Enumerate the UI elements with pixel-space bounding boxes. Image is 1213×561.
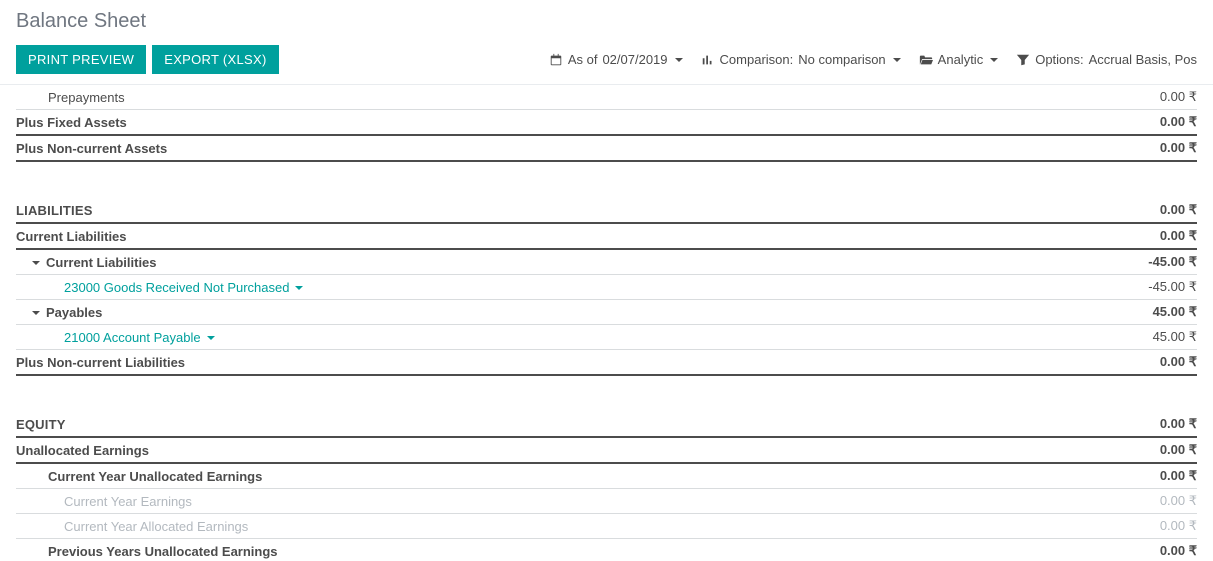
bar-chart-icon — [701, 53, 715, 67]
report-row: Current Year Allocated Earnings 0.00 ₹ — [16, 514, 1197, 539]
expandable-row[interactable]: Current Liabilities -45.00 ₹ — [16, 250, 1197, 275]
row-label: Current Year Allocated Earnings — [64, 519, 248, 534]
report-row: Current Year Unallocated Earnings 0.00 ₹ — [16, 464, 1197, 489]
section-row: EQUITY 0.00 ₹ — [16, 412, 1197, 438]
analytic-option[interactable]: Analytic — [919, 52, 999, 67]
caret-down-icon — [32, 261, 40, 265]
row-value: 0.00 ₹ — [1140, 416, 1197, 432]
section-label: EQUITY — [16, 417, 66, 432]
caret-down-icon — [207, 336, 215, 340]
row-value: 0.00 ₹ — [1140, 89, 1197, 105]
as-of-date: 02/07/2019 — [602, 52, 667, 67]
section-label: LIABILITIES — [16, 203, 93, 218]
row-value: 0.00 ₹ — [1140, 354, 1197, 370]
caret-down-icon — [675, 58, 683, 62]
export-xlsx-button[interactable]: EXPORT (XLSX) — [152, 45, 278, 74]
report-row: Previous Years Unallocated Earnings 0.00 … — [16, 539, 1197, 561]
spacer — [16, 376, 1197, 412]
report-row: Current Liabilities 0.00 ₹ — [16, 224, 1197, 250]
report-row: Current Year Earnings 0.00 ₹ — [16, 489, 1197, 514]
comparison-value: No comparison — [798, 52, 885, 67]
section-row: LIABILITIES 0.00 ₹ — [16, 198, 1197, 224]
account-link[interactable]: 23000 Goods Received Not Purchased — [64, 280, 303, 295]
row-label: Current Liabilities — [46, 255, 157, 270]
row-value: 0.00 ₹ — [1140, 442, 1197, 458]
row-value: -45.00 ₹ — [1128, 279, 1197, 295]
report-row: Prepayments 0.00 ₹ — [16, 85, 1197, 110]
options-label: Options: — [1035, 52, 1083, 67]
comparison-label: Comparison: — [720, 52, 794, 67]
caret-down-icon — [32, 311, 40, 315]
row-label: Payables — [46, 305, 102, 320]
row-value: 45.00 ₹ — [1133, 329, 1197, 345]
row-label: Plus Fixed Assets — [16, 115, 127, 130]
account-link[interactable]: 21000 Account Payable — [64, 330, 215, 345]
row-label: Current Year Unallocated Earnings — [48, 469, 262, 484]
row-value: 0.00 ₹ — [1140, 543, 1197, 559]
row-value: -45.00 ₹ — [1128, 254, 1197, 270]
row-value: 0.00 ₹ — [1140, 468, 1197, 484]
comparison-option[interactable]: Comparison: No comparison — [701, 52, 901, 67]
row-label: Plus Non-current Liabilities — [16, 355, 185, 370]
account-row[interactable]: 23000 Goods Received Not Purchased -45.00… — [16, 275, 1197, 300]
row-value: 0.00 ₹ — [1140, 202, 1197, 218]
analytic-label: Analytic — [938, 52, 984, 67]
caret-down-icon — [990, 58, 998, 62]
spacer — [16, 162, 1197, 198]
calendar-icon — [549, 53, 563, 67]
as-of-prefix: As of — [568, 52, 598, 67]
caret-down-icon — [295, 286, 303, 290]
report-row: Plus Non-current Assets 0.00 ₹ — [16, 136, 1197, 162]
options-value: Accrual Basis, Pos — [1089, 52, 1197, 67]
print-preview-button[interactable]: PRINT PREVIEW — [16, 45, 146, 74]
row-value: 0.00 ₹ — [1140, 114, 1197, 130]
filter-icon — [1016, 53, 1030, 67]
row-label: Previous Years Unallocated Earnings — [48, 544, 278, 559]
row-value: 0.00 ₹ — [1140, 228, 1197, 244]
row-label: Current Year Earnings — [64, 494, 192, 509]
row-label: Prepayments — [48, 90, 125, 105]
folder-open-icon — [919, 53, 933, 67]
row-label: Current Liabilities — [16, 229, 127, 244]
row-value: 0.00 ₹ — [1140, 518, 1197, 534]
report-row: Plus Non-current Liabilities 0.00 ₹ — [16, 350, 1197, 376]
expandable-row[interactable]: Payables 45.00 ₹ — [16, 300, 1197, 325]
row-label: Unallocated Earnings — [16, 443, 149, 458]
row-value: 0.00 ₹ — [1140, 140, 1197, 156]
row-value: 0.00 ₹ — [1140, 493, 1197, 509]
report-row: Plus Fixed Assets 0.00 ₹ — [16, 110, 1197, 136]
toolbar: PRINT PREVIEW EXPORT (XLSX) As of 02/07/… — [0, 37, 1213, 85]
row-label: Plus Non-current Assets — [16, 141, 167, 156]
caret-down-icon — [893, 58, 901, 62]
date-option[interactable]: As of 02/07/2019 — [549, 52, 683, 67]
page-title: Balance Sheet — [16, 10, 1197, 33]
account-row[interactable]: 21000 Account Payable 45.00 ₹ — [16, 325, 1197, 350]
report-row: Unallocated Earnings 0.00 ₹ — [16, 438, 1197, 464]
row-value: 45.00 ₹ — [1133, 304, 1197, 320]
report-scroll[interactable]: Prepayments 0.00 ₹ Plus Fixed Assets 0.00 ₹… — [0, 85, 1213, 561]
options-dropdown[interactable]: Options: Accrual Basis, Pos — [1016, 52, 1197, 67]
